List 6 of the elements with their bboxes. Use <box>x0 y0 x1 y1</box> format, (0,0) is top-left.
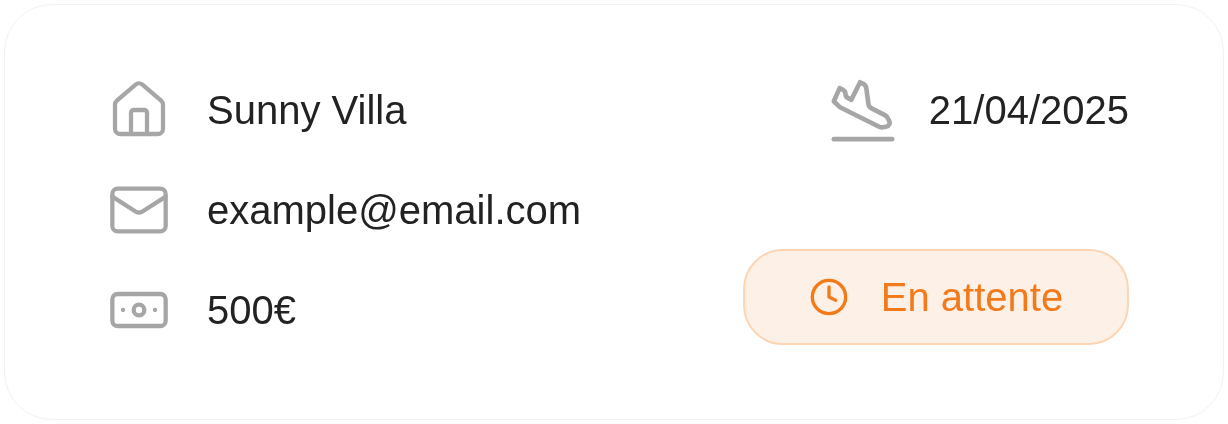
arrival-date: 21/04/2025 <box>928 90 1129 130</box>
clock-icon <box>808 277 849 317</box>
detail-text: example@email.com <box>207 190 582 230</box>
detail-text: 500€ <box>207 290 296 330</box>
detail-text: Sunny Villa <box>207 90 407 130</box>
status-badge: En attente <box>743 249 1129 345</box>
